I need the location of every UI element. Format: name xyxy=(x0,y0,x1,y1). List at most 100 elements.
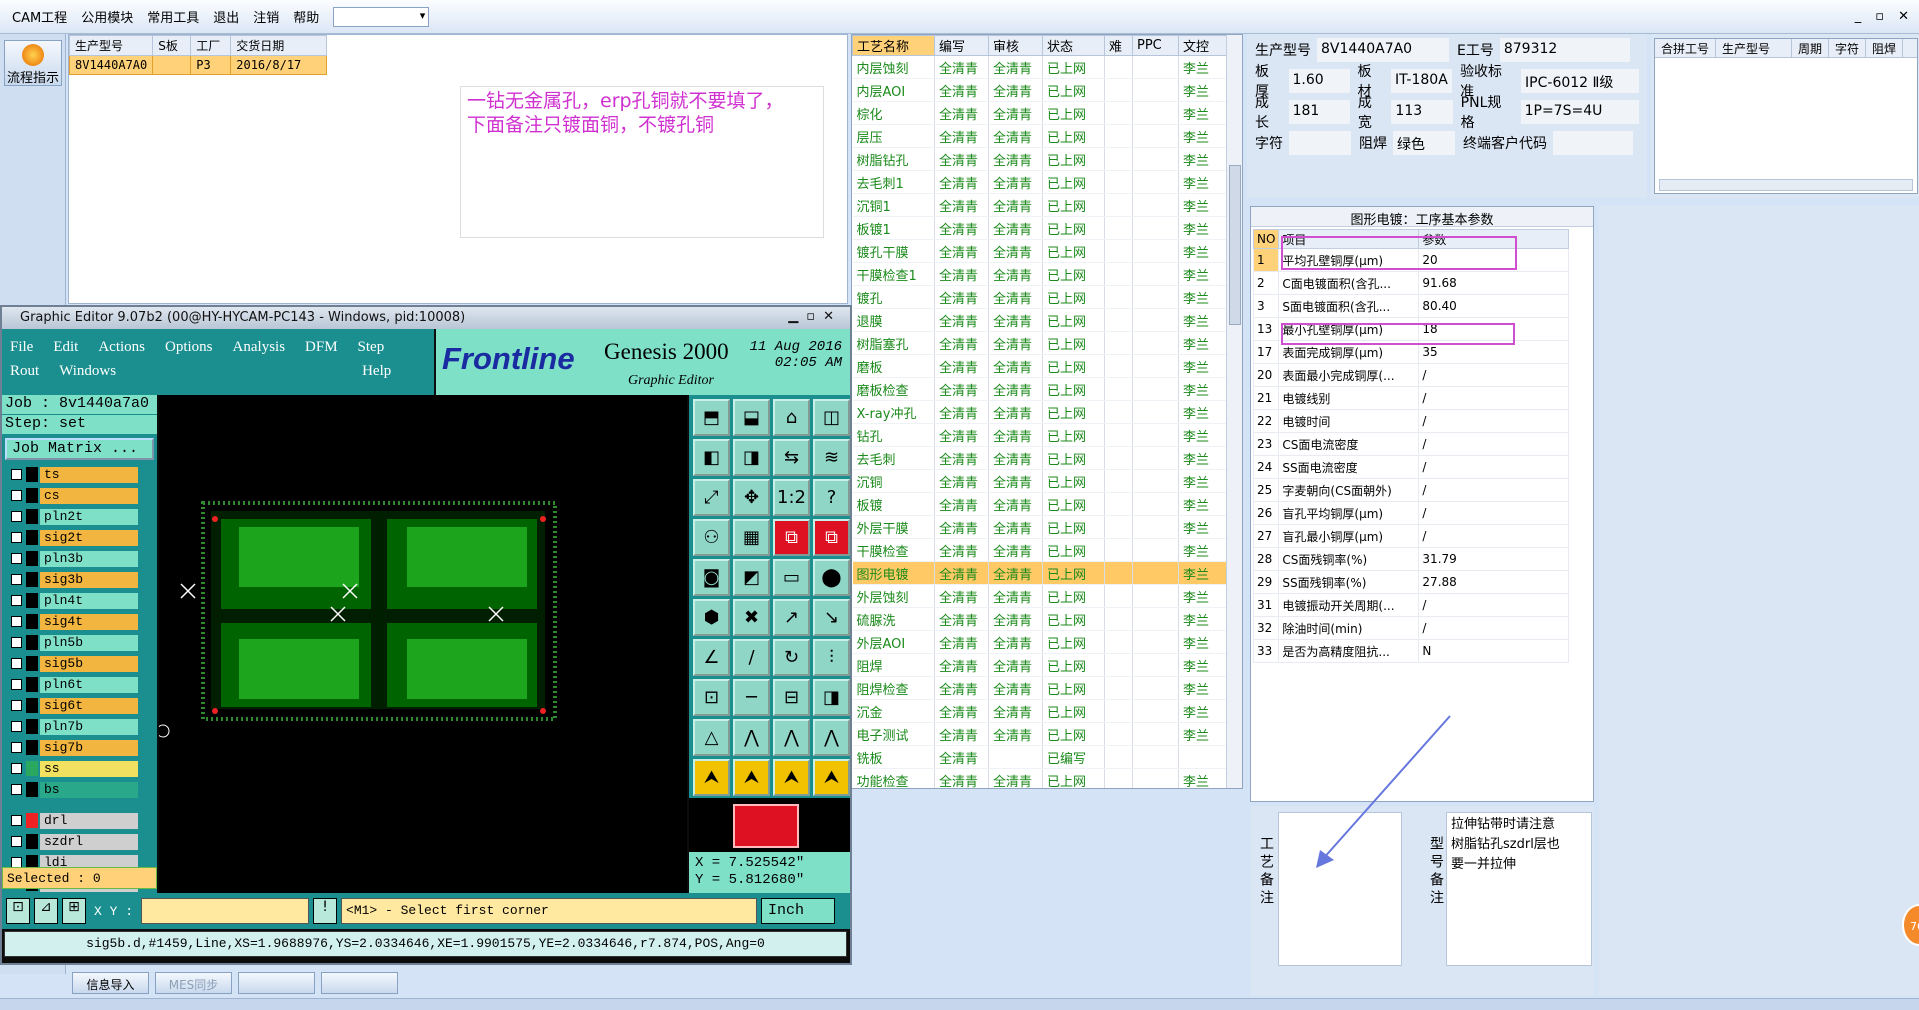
param-row[interactable]: 24 SS面电流密度 / xyxy=(1252,455,1570,479)
layer-row-pln3b[interactable]: pln3b xyxy=(7,548,157,569)
layer-swatch[interactable] xyxy=(26,488,38,503)
tool-button-icon[interactable]: ⋀ xyxy=(733,719,770,756)
flow-guide-button[interactable]: 流程指示 xyxy=(4,40,62,86)
table-row[interactable]: 阻焊 全清青 全清青 已上网 李兰 xyxy=(852,653,1227,677)
blank-tab[interactable] xyxy=(321,972,398,994)
tool-button-icon[interactable]: 1:2 xyxy=(773,479,810,516)
blank-tab[interactable] xyxy=(238,972,315,994)
param-row[interactable]: 3 S面电镀面积(含孔... 80.40 xyxy=(1252,294,1570,318)
tool-button-icon[interactable]: ▦ xyxy=(733,519,770,556)
layer-row-cs[interactable]: cs xyxy=(7,485,157,506)
table-row[interactable]: 沉金 全清青 全清青 已上网 李兰 xyxy=(852,699,1227,723)
tool-button-icon[interactable]: ⋀ xyxy=(773,719,810,756)
layer-swatch[interactable] xyxy=(26,635,38,650)
table-row[interactable]: 功能检查 全清青 全清青 已上网 李兰 xyxy=(852,768,1227,788)
tool-button-icon[interactable]: / xyxy=(733,639,770,676)
layer-swatch[interactable] xyxy=(26,467,38,482)
table-row[interactable]: 板镀1 全清青 全清青 已上网 李兰 xyxy=(852,216,1227,240)
layer-swatch[interactable] xyxy=(26,530,38,545)
menu-common-module[interactable]: 公用模块 xyxy=(75,7,139,26)
menu-help[interactable]: 帮助 xyxy=(287,7,325,26)
graphic-canvas[interactable] xyxy=(156,395,687,893)
param-row[interactable]: 25 字麦朝向(CS面朝外) / xyxy=(1252,478,1570,502)
layer-checkbox[interactable] xyxy=(11,815,22,826)
col-factory[interactable]: 工厂 xyxy=(190,35,232,56)
layer-row-sig7b[interactable]: sig7b xyxy=(7,737,157,758)
tool-button-icon[interactable]: ⮝ xyxy=(813,759,850,796)
standard-field[interactable]: IPC-6012 Ⅱ级 xyxy=(1521,69,1640,93)
table-row[interactable]: 板镀 全清青 全清青 已上网 李兰 xyxy=(852,492,1227,516)
mask-field[interactable]: 绿色 xyxy=(1393,131,1455,155)
table-row[interactable]: X-ray冲孔 全清青 全清青 已上网 李兰 xyxy=(852,400,1227,424)
layer-row-ss[interactable]: ss xyxy=(7,758,157,779)
col-sboard[interactable]: S板 xyxy=(152,35,192,56)
tool-button-icon[interactable]: ◙ xyxy=(693,559,730,596)
genesis-window-buttons[interactable]: ▁▫✕ xyxy=(788,309,842,324)
menu-rout[interactable]: Rout xyxy=(10,363,39,387)
table-row[interactable]: 8V1440A7A0 P3 2016/8/17 xyxy=(68,55,328,75)
tool-button-icon[interactable]: ⊟ xyxy=(773,679,810,716)
menu-options[interactable]: Options xyxy=(165,339,213,363)
menu-edit[interactable]: Edit xyxy=(53,339,78,363)
table-row[interactable]: 镀孔 全清青 全清青 已上网 李兰 xyxy=(852,285,1227,309)
width-field[interactable]: 113 xyxy=(1391,100,1453,124)
layer-row-szdrl[interactable]: szdrl xyxy=(7,831,157,852)
tool-button-icon[interactable]: ◨ xyxy=(733,439,770,476)
layer-swatch[interactable] xyxy=(26,834,38,849)
table-row[interactable]: 沉铜 全清青 全清青 已上网 李兰 xyxy=(852,469,1227,493)
pnl-field[interactable]: 1P=7S=4U xyxy=(1520,100,1639,124)
layer-swatch[interactable] xyxy=(26,782,38,797)
table-row[interactable]: 树脂钻孔 全清青 全清青 已上网 李兰 xyxy=(852,147,1227,171)
zoom-icon[interactable]: ⊡ xyxy=(6,898,30,924)
tool-button-icon[interactable]: ⬒ xyxy=(693,399,730,436)
layer-swatch[interactable] xyxy=(26,593,38,608)
measure-icon[interactable]: ⊿ xyxy=(34,898,58,924)
layer-checkbox[interactable] xyxy=(11,784,22,795)
tool-button-icon[interactable]: ◧ xyxy=(693,439,730,476)
process-scrollbar[interactable] xyxy=(1226,35,1242,788)
layer-swatch[interactable] xyxy=(26,761,38,776)
param-row[interactable]: 31 电镀振动开关周期(... / xyxy=(1252,593,1570,617)
layer-row-drl[interactable]: drl xyxy=(7,810,157,831)
tool-button-icon[interactable]: ⮝ xyxy=(693,759,730,796)
xy-input[interactable] xyxy=(141,898,310,924)
menu-exit[interactable]: 退出 xyxy=(207,7,245,26)
menu-logout[interactable]: 注销 xyxy=(247,7,285,26)
table-row[interactable]: 外层AOI 全清青 全清青 已上网 李兰 xyxy=(852,630,1227,654)
table-row[interactable]: 层压 全清青 全清青 已上网 李兰 xyxy=(852,124,1227,148)
material-field[interactable]: IT-180A xyxy=(1391,69,1453,93)
param-row[interactable]: 22 电镀时间 / xyxy=(1252,409,1570,433)
remark-note[interactable]: 一钻无金属孔，erp孔铜就不要填了， 下面备注只镀面铜，不镀孔铜 xyxy=(460,86,824,238)
info-icon[interactable]: ! xyxy=(313,898,338,924)
param-row[interactable]: 33 是否为高精度阻抗... N xyxy=(1252,639,1570,663)
layer-swatch[interactable] xyxy=(26,551,38,566)
param-row[interactable]: 23 CS面电流密度 / xyxy=(1252,432,1570,456)
table-row[interactable]: 去毛刺1 全清青 全清青 已上网 李兰 xyxy=(852,170,1227,194)
table-row[interactable]: 退膜 全清青 全清青 已上网 李兰 xyxy=(852,308,1227,332)
tool-button-icon[interactable]: ⧉ xyxy=(773,519,810,556)
layer-row-sig5b[interactable]: sig5b xyxy=(7,653,157,674)
col-status[interactable]: 状态 xyxy=(1042,35,1105,56)
col-merge-text[interactable]: 字符 xyxy=(1829,39,1867,57)
grid-icon[interactable]: ⊞ xyxy=(62,898,86,924)
table-row[interactable]: 图形电镀 全清青 全清青 已上网 李兰 xyxy=(852,561,1227,585)
menu-actions[interactable]: Actions xyxy=(98,339,145,363)
layer-checkbox[interactable] xyxy=(11,469,22,480)
layer-row-sig4t[interactable]: sig4t xyxy=(7,611,157,632)
tool-button-icon[interactable]: ⮝ xyxy=(733,759,770,796)
table-row[interactable]: 去毛刺 全清青 全清青 已上网 李兰 xyxy=(852,446,1227,470)
col-writer[interactable]: 编写 xyxy=(934,35,989,56)
tool-button-icon[interactable]: ⧉ xyxy=(813,519,850,556)
layer-checkbox[interactable] xyxy=(11,532,22,543)
param-row[interactable]: 28 CS面残铜率(%) 31.79 xyxy=(1252,547,1570,571)
menu-analysis[interactable]: Analysis xyxy=(233,339,286,363)
menu-windows[interactable]: Windows xyxy=(59,363,116,387)
layer-swatch[interactable] xyxy=(26,677,38,692)
tool-button-icon[interactable]: △ xyxy=(693,719,730,756)
table-row[interactable]: 内层蚀刻 全清青 全清青 已上网 李兰 xyxy=(852,55,1227,79)
menu-file[interactable]: File xyxy=(10,339,33,363)
layer-checkbox[interactable] xyxy=(11,490,22,501)
tool-button-icon[interactable]: ≋ xyxy=(813,439,850,476)
model-note-box[interactable]: 拉伸钻带时请注意 树脂钻孔szdrl层也 要一并拉伸 xyxy=(1446,812,1592,966)
table-row[interactable]: 内层AOI 全清青 全清青 已上网 李兰 xyxy=(852,78,1227,102)
